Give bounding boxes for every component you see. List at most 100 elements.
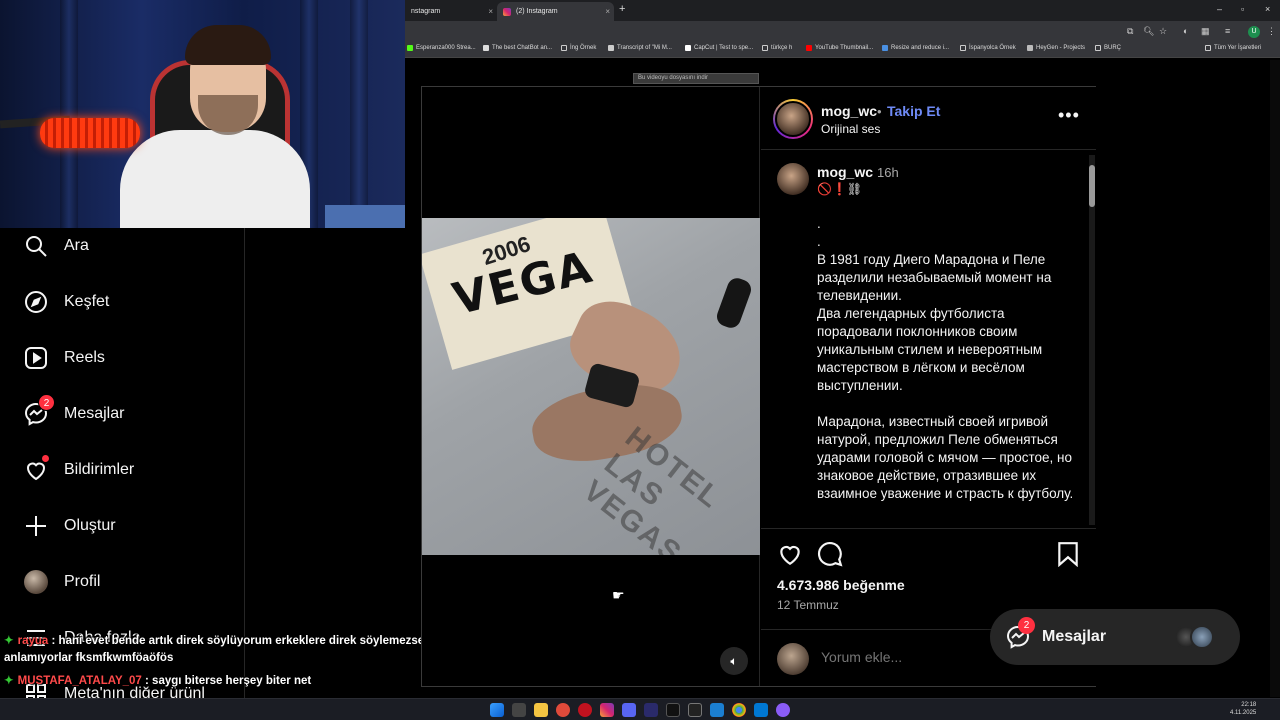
profile-avatar[interactable]: U	[1248, 26, 1260, 38]
caption-scrollbar[interactable]	[1089, 155, 1095, 525]
photoshop-icon[interactable]	[644, 703, 658, 717]
caption-text: . . В 1981 году Диего Марадона и Пеле ра…	[817, 216, 1074, 501]
tiktok-icon[interactable]	[666, 703, 680, 717]
scrollbar-thumb[interactable]	[1089, 165, 1095, 207]
bookmark-item[interactable]: HeyGen - Projects	[1027, 45, 1085, 51]
bookmark-item[interactable]: The best ChatBot an...	[483, 45, 552, 51]
menu-dots-icon[interactable]: ⋮	[1267, 26, 1276, 37]
bookmark-item[interactable]: Tüm Yer İşaretleri	[1205, 45, 1261, 51]
windows-taskbar: 22:18 4.11.2025	[0, 698, 1280, 720]
instagram-favicon-icon	[503, 7, 511, 16]
sidebar-item-messages[interactable]: 2 Mesajlar	[24, 394, 125, 429]
caption-username[interactable]: mog_wc	[817, 164, 873, 180]
streamer-body	[120, 130, 310, 228]
bookmark-item[interactable]: Resize and reduce i...	[882, 45, 949, 51]
video-frame[interactable]: VEGA 2006 HOTEL LAS VEGAS	[422, 218, 760, 555]
browser-tab-active[interactable]: (2) Instagram ×	[497, 2, 614, 21]
bookmark-item[interactable]: İspanyolca Örnek	[960, 45, 1016, 51]
sidebar-item-notifications[interactable]: Bildirimler	[24, 455, 134, 485]
bookmark-item[interactable]: Esperanza000 Strea...	[407, 45, 476, 51]
app-icon[interactable]	[776, 703, 790, 717]
volume-icon[interactable]: 🔈︎	[720, 647, 748, 675]
document-icon	[608, 45, 614, 51]
sidebar-item-label: Reels	[64, 349, 105, 366]
sidebar-item-label: Mesajlar	[64, 405, 125, 422]
more-options-icon[interactable]: •••	[1058, 105, 1080, 126]
sidebar-item-create[interactable]: Oluştur	[24, 511, 116, 541]
chat-username: MUSTAFA_ATALAY_07	[17, 675, 142, 687]
bookmarks-bar: Esperanza000 Strea... The best ChatBot a…	[405, 42, 1280, 58]
sidebar-item-search[interactable]: Ara	[24, 231, 89, 261]
messages-label: Mesajlar	[1042, 628, 1107, 645]
webcam-overlay	[0, 0, 405, 228]
maximize-button[interactable]: ▫	[1241, 4, 1244, 14]
bookmark-item[interactable]: türkçe h	[762, 45, 792, 51]
bookmark-item[interactable]: BURÇ	[1095, 45, 1121, 51]
sidebar-item-profile[interactable]: Profil	[24, 567, 100, 597]
new-tab-button[interactable]: +	[619, 3, 625, 15]
browser-tab[interactable]: nstagram ×	[405, 2, 497, 21]
folder-icon	[1095, 45, 1101, 51]
bookmark-item[interactable]: YouTube Thumbnail...	[806, 45, 873, 51]
post-actions	[761, 533, 1096, 573]
chat-message: ✦ MUSTAFA_ATALAY_07 : saygı biterse herşe…	[4, 673, 311, 687]
instagram-icon[interactable]	[600, 703, 614, 717]
chatbot-icon	[483, 45, 489, 51]
install-app-icon[interactable]: ⧉	[1127, 26, 1133, 37]
author-username[interactable]: mog_wc	[821, 103, 877, 119]
close-window-button[interactable]: ×	[1265, 4, 1270, 14]
bookmark-star-icon[interactable]: ☆	[1159, 26, 1167, 37]
comment-input[interactable]	[821, 649, 1021, 665]
chat-text: anlamıyorlar fksmfkwmföaöfös	[4, 652, 174, 664]
chat-text: : hani evet bende artık direk söylüyorum…	[48, 635, 435, 647]
follow-button[interactable]: Takip Et	[887, 103, 940, 119]
download-video-bar[interactable]: Bu videoyu dosyasını indir	[633, 73, 759, 84]
bookmark-item[interactable]: Transcript of "Mi M...	[608, 45, 672, 51]
bookmark-item[interactable]: İng Örnek	[561, 45, 596, 51]
minimize-button[interactable]: –	[1217, 4, 1222, 14]
audio-label[interactable]: Orijinal ses	[821, 122, 880, 136]
stream-chat-overlay: ✦ rayua : hani evet bende artık direk söy…	[0, 630, 440, 698]
save-bookmark-icon[interactable]	[1055, 541, 1081, 568]
close-tab-icon[interactable]: ×	[605, 7, 610, 16]
page-scrollbar[interactable]	[1270, 60, 1280, 697]
sidebar-item-reels[interactable]: Reels	[24, 343, 105, 373]
capcut-icon[interactable]	[688, 703, 702, 717]
heygen-icon	[1027, 45, 1033, 51]
zoom-icon[interactable]: 🔍︎	[1143, 26, 1154, 37]
task-view-icon[interactable]	[512, 703, 526, 717]
app-icon[interactable]	[754, 703, 768, 717]
caption-timestamp: 16h	[877, 165, 899, 180]
app-icon[interactable]	[710, 703, 724, 717]
chat-username: rayua	[17, 635, 49, 647]
app-icon[interactable]	[556, 703, 570, 717]
close-tab-icon[interactable]: ×	[488, 7, 493, 16]
chat-badge-icon: ✦	[4, 675, 14, 687]
system-tray-clock[interactable]: 22:18 4.11.2025	[1230, 701, 1256, 717]
sidebar-item-explore[interactable]: Keşfet	[24, 287, 109, 317]
bookmark-item[interactable]: CapCut | Test to spe...	[685, 45, 753, 51]
search-icon	[24, 234, 48, 258]
clock-date: 4.11.2025	[1230, 710, 1257, 716]
folder-icon	[960, 45, 966, 51]
windows-start-icon[interactable]	[490, 703, 504, 717]
author-avatar[interactable]	[773, 99, 813, 139]
opera-icon[interactable]	[578, 703, 592, 717]
tab-title: nstagram	[411, 8, 441, 15]
messages-pill[interactable]: 2 Mesajlar	[990, 609, 1240, 665]
caption-avatar[interactable]	[777, 163, 809, 195]
media-icon[interactable]: ≡	[1225, 26, 1230, 36]
comment-icon[interactable]	[817, 541, 843, 567]
discord-icon[interactable]	[622, 703, 636, 717]
instagram-sidebar: Ara Keşfet Reels 2 Mesajlar Bildirimler …	[0, 228, 245, 698]
extensions-puzzle-icon[interactable]: ▦	[1201, 26, 1210, 37]
like-heart-icon[interactable]	[777, 541, 803, 567]
extension-icon[interactable]: ◐	[1183, 26, 1188, 36]
video-pane[interactable]: VEGA 2006 HOTEL LAS VEGAS ☛ 🔈︎	[422, 87, 760, 686]
folder-icon	[762, 45, 768, 51]
heart-icon	[24, 455, 49, 482]
like-count[interactable]: 4.673.986 beğenme	[777, 577, 905, 593]
file-explorer-icon[interactable]	[534, 703, 548, 717]
youtube-icon	[806, 45, 812, 51]
chrome-icon[interactable]	[732, 703, 746, 717]
